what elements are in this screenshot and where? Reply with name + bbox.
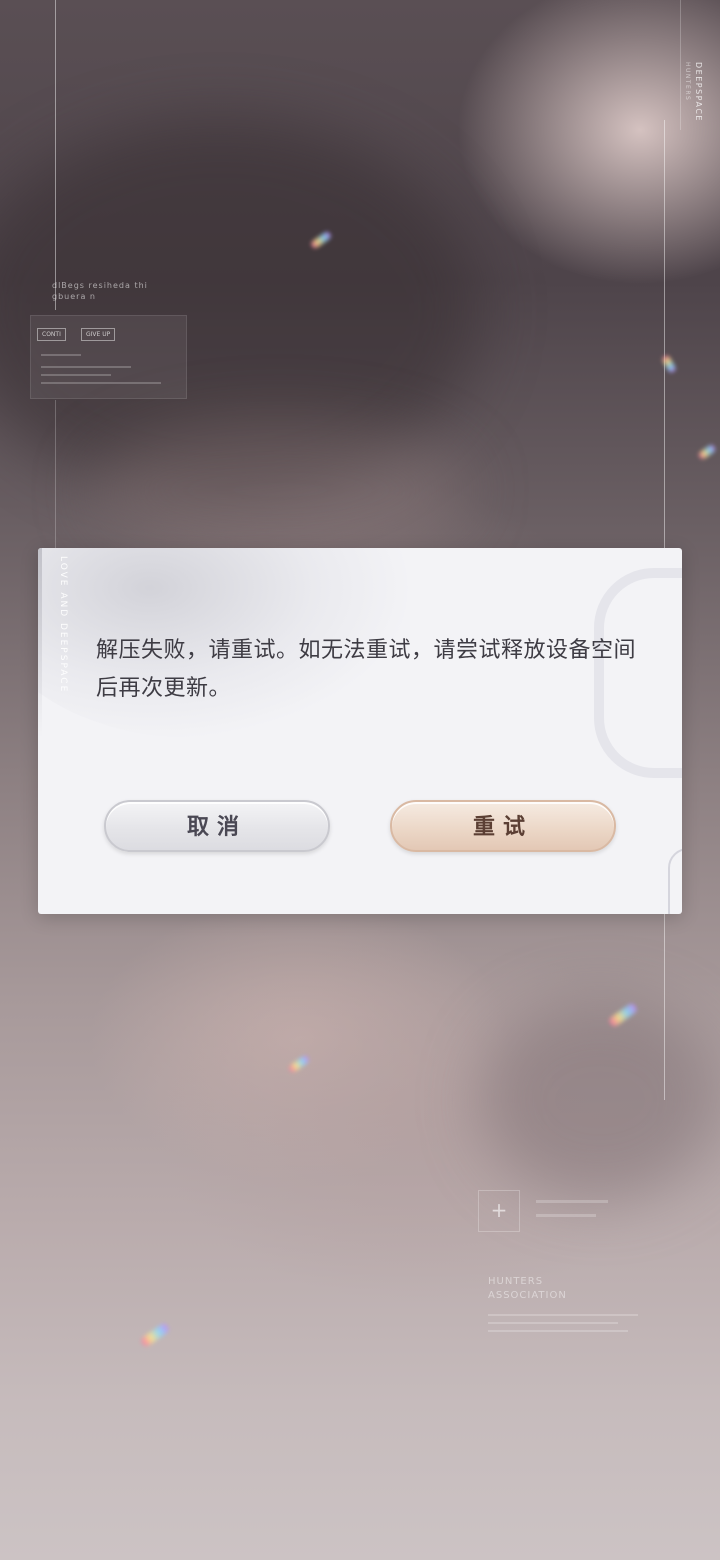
association-label: HUNTERS: [488, 1276, 544, 1287]
hud-text-line: [488, 1322, 618, 1324]
error-dialog: LOVE AND DEEPSPACE 解压失败，请重试。如无法重试，请尝试释放设…: [38, 548, 682, 914]
dialog-message: 解压失败，请重试。如无法重试，请尝试释放设备空间后再次更新。: [96, 638, 637, 701]
hud-text-line: [41, 354, 81, 356]
face-highlight: [90, 420, 470, 560]
cancel-button[interactable]: 取消: [104, 800, 330, 852]
light-glint: [139, 1322, 171, 1348]
hud-text-line: [41, 382, 161, 384]
dialog-side-label: LOVE AND DEEPSPACE: [58, 556, 68, 694]
association-label-second: ASSOCIATION: [488, 1290, 567, 1301]
light-glint: [287, 1054, 311, 1074]
light-glint: [697, 443, 717, 461]
hud-text-line: [536, 1200, 608, 1203]
dialog-decorative-arc: [668, 848, 682, 914]
hud-text-line: [488, 1314, 638, 1316]
hud-text-line: [41, 374, 111, 376]
hud-text-line: [488, 1330, 628, 1332]
dialog-edge-accent: [38, 548, 42, 738]
hud-line-left: [55, 0, 56, 310]
lower-face-shadow: [480, 1000, 720, 1200]
hud-text-line: [41, 366, 131, 368]
hud-chip-continue: CONTI: [37, 328, 66, 341]
hud-caption: dlBegs resiheda thi: [52, 281, 148, 290]
hud-text-line: [536, 1214, 596, 1217]
brand-vertical-subtext: HUNTERS: [684, 62, 691, 102]
hud-chip-give-up: GIVE UP: [81, 328, 116, 341]
hud-panel: CONTI GIVE UP: [30, 315, 187, 399]
hud-caption-second: gbuera n: [52, 292, 96, 301]
retry-button[interactable]: 重试: [390, 800, 616, 852]
hud-plus-box: +: [478, 1190, 520, 1232]
hud-line-far-right: [680, 0, 681, 130]
hud-line-left-lower: [55, 400, 56, 550]
brand-vertical-text: DEEPSPACE: [694, 62, 703, 122]
